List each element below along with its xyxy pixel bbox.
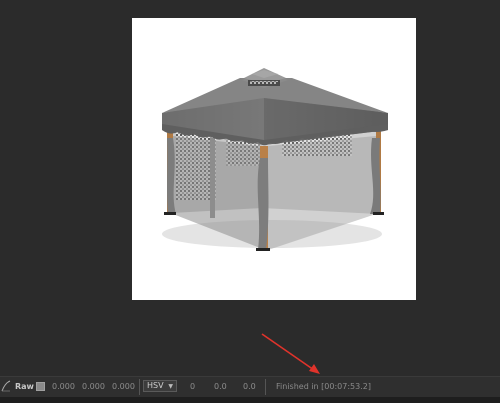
timeline-strip bbox=[0, 397, 500, 403]
divider bbox=[265, 379, 266, 395]
color-mode-label: HSV bbox=[147, 381, 164, 390]
raw-toggle[interactable]: Raw bbox=[15, 381, 34, 393]
chevron-down-icon: ▼ bbox=[168, 383, 173, 390]
hsv-value-h: 0 bbox=[190, 382, 196, 391]
render-viewport bbox=[0, 0, 500, 376]
channel-value-r: 0.000 bbox=[52, 382, 75, 391]
divider bbox=[139, 379, 140, 395]
curve-icon[interactable] bbox=[1, 379, 11, 393]
channel-value-b: 0.000 bbox=[112, 382, 135, 391]
channel-value-g: 0.000 bbox=[82, 382, 105, 391]
rendered-image bbox=[132, 18, 416, 300]
gazebo-render bbox=[162, 68, 388, 251]
status-bar: Raw 0.000 0.000 0.000 HSV ▼ 0 0.0 0.0 Fi… bbox=[0, 376, 500, 397]
color-mode-select[interactable]: HSV ▼ bbox=[143, 380, 177, 392]
render-status-text: Finished in [00:07:53.2] bbox=[276, 382, 371, 391]
hsv-value-v: 0.0 bbox=[243, 382, 256, 391]
hsv-value-s: 0.0 bbox=[214, 382, 227, 391]
color-swatch bbox=[36, 382, 45, 391]
